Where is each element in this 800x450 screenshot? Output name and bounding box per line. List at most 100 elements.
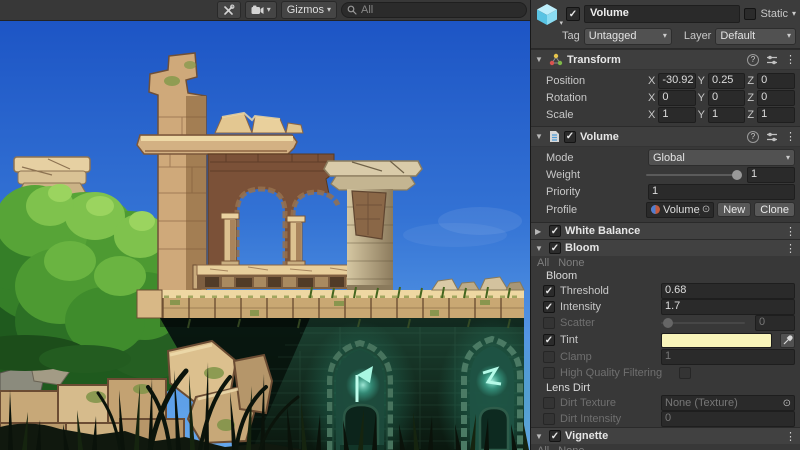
dirt-intensity-row: Dirt Intensity 0 bbox=[531, 411, 800, 427]
layer-label: Layer bbox=[684, 30, 712, 42]
weight-field[interactable]: 1 bbox=[747, 167, 795, 183]
static-dropdown-arrow[interactable]: ▾ bbox=[792, 10, 796, 18]
threshold-label: Threshold bbox=[560, 285, 656, 297]
threshold-override-checkbox[interactable]: ✓ bbox=[543, 285, 555, 297]
object-picker-icon[interactable]: ⊙ bbox=[702, 204, 710, 215]
search-icon bbox=[347, 5, 357, 15]
layer-dropdown[interactable]: Default ▾ bbox=[715, 28, 796, 45]
mode-dropdown[interactable]: Global ▾ bbox=[648, 149, 795, 166]
tint-override-checkbox[interactable]: ✓ bbox=[543, 334, 555, 346]
clamp-field[interactable]: 1 bbox=[661, 349, 795, 365]
gizmos-label: Gizmos bbox=[287, 4, 324, 16]
white-balance-checkbox[interactable]: ✓ bbox=[549, 225, 561, 237]
scene-search-input[interactable]: All bbox=[341, 2, 527, 18]
tools-icon bbox=[223, 4, 235, 16]
dirt-texture-object-field[interactable]: None (Texture) ⊙ bbox=[661, 395, 795, 411]
scatter-field[interactable]: 0 bbox=[755, 315, 795, 331]
none-link[interactable]: None bbox=[558, 257, 584, 269]
scene-illustration bbox=[0, 21, 530, 450]
hqf-value-checkbox[interactable] bbox=[679, 367, 691, 379]
dirt-texture-value: None (Texture) bbox=[665, 397, 781, 409]
intensity-field[interactable]: 1.7 bbox=[661, 299, 795, 315]
tint-color-swatch[interactable] bbox=[661, 333, 772, 348]
profile-object-field[interactable]: Volume_Gl ⊙ bbox=[646, 202, 714, 218]
scatter-slider[interactable] bbox=[661, 316, 745, 330]
bloom-checkbox[interactable]: ✓ bbox=[549, 242, 561, 254]
scale-z-field[interactable]: 1 bbox=[757, 107, 795, 123]
position-x-field[interactable]: -30.92 bbox=[658, 73, 695, 89]
camera-dropdown-arrow: ▾ bbox=[267, 6, 271, 14]
vignette-checkbox[interactable]: ✓ bbox=[549, 430, 561, 442]
clamp-override-checkbox[interactable] bbox=[543, 351, 555, 363]
gameobject-name-field[interactable]: Volume bbox=[584, 5, 740, 23]
volume-component-header[interactable]: ▼ ✓ Volume ? ⋮ bbox=[531, 126, 800, 147]
rotation-row: Rotation X 0 Y 0 Z 0 bbox=[531, 89, 800, 106]
rotation-z-field[interactable]: 0 bbox=[757, 90, 795, 106]
camera-icon bbox=[251, 5, 264, 15]
rotation-x-field[interactable]: 0 bbox=[658, 90, 695, 106]
kebab-menu-icon[interactable]: ⋮ bbox=[785, 242, 795, 255]
kebab-menu-icon[interactable]: ⋮ bbox=[785, 430, 795, 443]
scene-tools-button[interactable] bbox=[217, 1, 241, 19]
weight-slider[interactable] bbox=[646, 168, 742, 182]
check-icon: ✓ bbox=[569, 10, 577, 19]
position-y-field[interactable]: 0.25 bbox=[708, 73, 745, 89]
gameobject-icon-button[interactable]: ▾ bbox=[534, 2, 562, 26]
vignette-header[interactable]: ▼ ✓ Vignette ⋮ bbox=[531, 427, 800, 444]
dirt-intensity-override-checkbox[interactable] bbox=[543, 413, 555, 425]
gizmos-button[interactable]: Gizmos ▾ bbox=[281, 1, 337, 19]
foldout-icon[interactable]: ▼ bbox=[535, 244, 545, 253]
clone-button[interactable]: Clone bbox=[754, 202, 795, 217]
help-icon[interactable]: ? bbox=[747, 131, 759, 143]
position-z-field[interactable]: 0 bbox=[757, 73, 795, 89]
all-link[interactable]: All bbox=[537, 257, 549, 269]
hqf-override-checkbox[interactable] bbox=[543, 367, 555, 379]
none-link[interactable]: None bbox=[558, 445, 584, 450]
tag-dropdown[interactable]: Untagged ▾ bbox=[584, 28, 672, 45]
help-icon[interactable]: ? bbox=[747, 54, 759, 66]
threshold-field[interactable]: 0.68 bbox=[661, 283, 795, 299]
intensity-override-checkbox[interactable]: ✓ bbox=[543, 301, 555, 313]
foldout-icon[interactable]: ▼ bbox=[535, 132, 545, 141]
static-checkbox[interactable] bbox=[744, 8, 756, 20]
volume-enabled-checkbox[interactable]: ✓ bbox=[564, 131, 576, 143]
priority-label: Priority bbox=[546, 186, 646, 198]
white-balance-title: White Balance bbox=[565, 225, 640, 237]
scene-toolbar: ▾ Gizmos ▾ All bbox=[0, 0, 530, 21]
dirt-intensity-field[interactable]: 0 bbox=[661, 411, 795, 427]
active-checkbox[interactable]: ✓ bbox=[566, 7, 580, 21]
chevron-down-icon: ▾ bbox=[787, 32, 791, 40]
scale-y-field[interactable]: 1 bbox=[708, 107, 745, 123]
kebab-menu-icon[interactable]: ⋮ bbox=[785, 225, 795, 238]
transform-body: Position X -30.92 Y 0.25 Z 0 Rotation X … bbox=[531, 70, 800, 126]
bloom-header[interactable]: ▼ ✓ Bloom ⋮ bbox=[531, 239, 800, 256]
scatter-override-checkbox[interactable] bbox=[543, 317, 555, 329]
scale-x-field[interactable]: 1 bbox=[658, 107, 695, 123]
foldout-icon[interactable]: ▼ bbox=[535, 432, 545, 441]
scene-view[interactable]: ▾ Gizmos ▾ All bbox=[0, 0, 530, 450]
weight-row: Weight 1 bbox=[531, 166, 800, 183]
object-picker-icon[interactable]: ⊙ bbox=[783, 398, 791, 409]
eyedropper-button[interactable] bbox=[780, 333, 795, 348]
hqf-label: High Quality Filtering bbox=[560, 367, 674, 379]
bloom-allnone: All None bbox=[531, 256, 800, 269]
lens-dirt-label: Lens Dirt bbox=[531, 381, 800, 395]
foldout-icon[interactable]: ▼ bbox=[535, 55, 545, 64]
transform-header[interactable]: ▼ Transform ? ⋮ bbox=[531, 49, 800, 70]
rotation-y-field[interactable]: 0 bbox=[708, 90, 745, 106]
clamp-row: Clamp 1 bbox=[531, 349, 800, 365]
all-link[interactable]: All bbox=[537, 445, 549, 450]
new-button[interactable]: New bbox=[717, 202, 751, 217]
axis-z-label: Z bbox=[747, 75, 754, 87]
intensity-label: Intensity bbox=[560, 301, 656, 313]
dirt-texture-override-checkbox[interactable] bbox=[543, 397, 555, 409]
preset-icon[interactable] bbox=[766, 131, 778, 143]
kebab-menu-icon[interactable]: ⋮ bbox=[785, 53, 795, 66]
priority-field[interactable]: 1 bbox=[648, 184, 795, 200]
preset-icon[interactable] bbox=[766, 54, 778, 66]
scene-camera-button[interactable]: ▾ bbox=[245, 1, 277, 19]
kebab-menu-icon[interactable]: ⋮ bbox=[785, 130, 795, 143]
white-balance-header[interactable]: ▶ ✓ White Balance ⋮ bbox=[531, 222, 800, 239]
foldout-icon[interactable]: ▶ bbox=[535, 227, 545, 236]
check-icon: ✓ bbox=[551, 244, 559, 253]
